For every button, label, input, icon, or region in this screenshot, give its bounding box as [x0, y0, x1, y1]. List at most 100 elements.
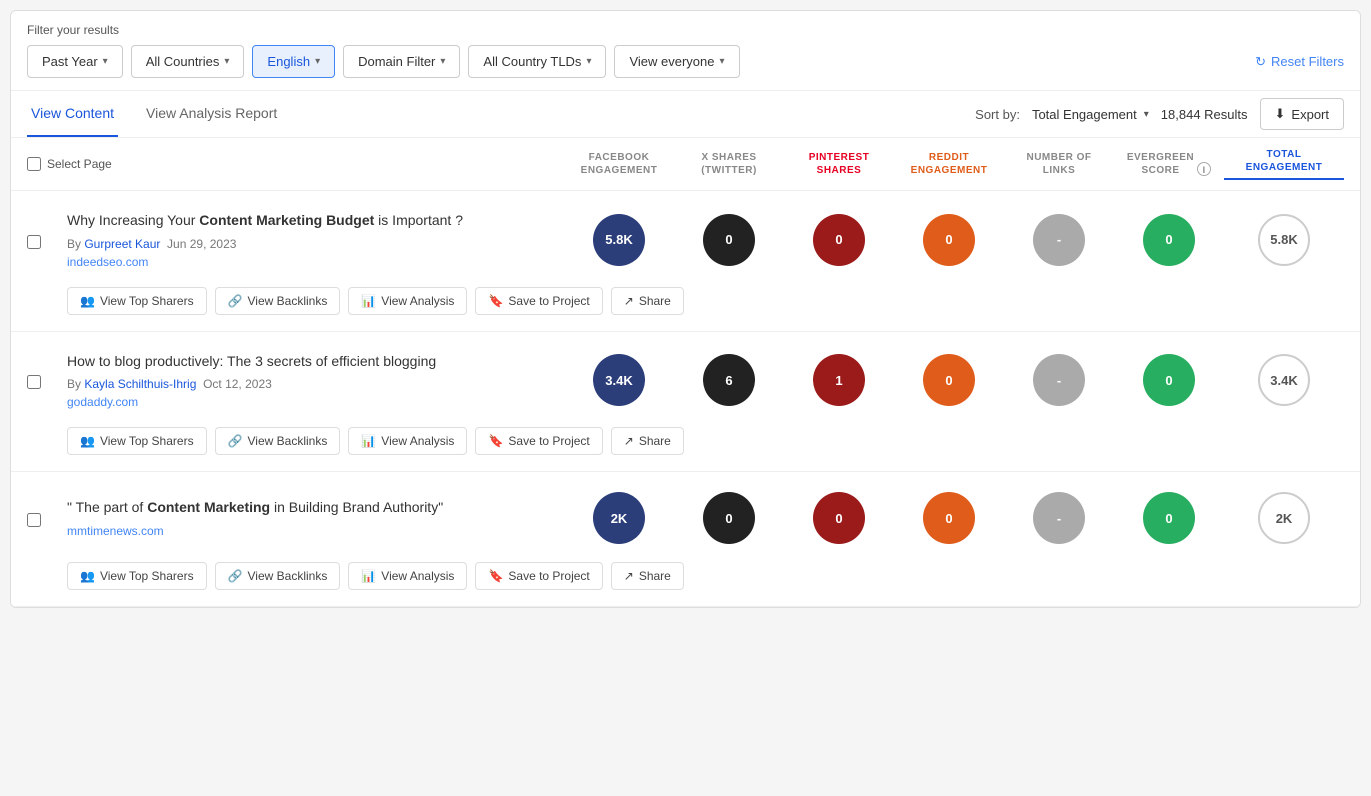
- table-row: " The part of Content Marketing in Build…: [11, 472, 1360, 607]
- save-to-project-button[interactable]: 🔖 Save to Project: [475, 562, 602, 590]
- links-circle-2: -: [1033, 354, 1085, 406]
- share-button[interactable]: ↗ Share: [611, 427, 684, 455]
- tab-view-analysis[interactable]: View Analysis Report: [142, 91, 281, 137]
- links-circle-3: -: [1033, 492, 1085, 544]
- chevron-down-icon: ▾: [1144, 109, 1149, 120]
- people-icon: 👥: [80, 569, 95, 583]
- view-backlinks-button[interactable]: 🔗 View Backlinks: [215, 427, 341, 455]
- col-total: TOTALENGAGEMENT: [1224, 148, 1344, 180]
- row-select-checkbox[interactable]: [27, 513, 41, 527]
- language-filter[interactable]: English ▾: [252, 45, 335, 78]
- share-button[interactable]: ↗ Share: [611, 562, 684, 590]
- row-select-checkbox[interactable]: [27, 235, 41, 249]
- tabs-right: Sort by: Total Engagement ▾ 18,844 Resul…: [975, 98, 1344, 130]
- domain-filter[interactable]: Domain Filter ▾: [343, 45, 460, 78]
- domain-filter-label: Domain Filter: [358, 54, 435, 69]
- countries-filter[interactable]: All Countries ▾: [131, 45, 245, 78]
- filter-label: Filter your results: [27, 23, 1344, 37]
- author-link-1[interactable]: Gurpreet Kaur: [84, 237, 160, 251]
- export-button[interactable]: ⬇ Export: [1260, 98, 1344, 130]
- row-actions-1: 👥 View Top Sharers 🔗 View Backlinks 📊 Vi…: [11, 279, 1360, 331]
- select-all-checkbox[interactable]: [27, 157, 41, 171]
- share-icon: ↗: [624, 569, 634, 583]
- total-circle-3: 2K: [1258, 492, 1310, 544]
- row-select-checkbox[interactable]: [27, 375, 41, 389]
- action-label: Share: [639, 434, 671, 448]
- view-filter-label: View everyone: [629, 54, 714, 69]
- facebook-circle-2: 3.4K: [593, 354, 645, 406]
- save-to-project-button[interactable]: 🔖 Save to Project: [475, 427, 602, 455]
- view-backlinks-button[interactable]: 🔗 View Backlinks: [215, 287, 341, 315]
- view-analysis-button[interactable]: 📊 View Analysis: [348, 287, 467, 315]
- article-domain-3: mmtimenews.com: [67, 524, 548, 538]
- pinterest-metric-3: 0: [784, 492, 894, 544]
- action-label: View Backlinks: [248, 434, 328, 448]
- article-info-1: Why Increasing Your Content Marketing Bu…: [67, 211, 564, 269]
- view-top-sharers-button[interactable]: 👥 View Top Sharers: [67, 562, 207, 590]
- article-domain-2: godaddy.com: [67, 395, 548, 409]
- col-reddit: REDDITENGAGEMENT: [894, 151, 1004, 177]
- results-count: 18,844 Results: [1161, 107, 1248, 122]
- share-button[interactable]: ↗ Share: [611, 287, 684, 315]
- chart-icon: 📊: [361, 294, 376, 308]
- author-link-2[interactable]: Kayla Schilthuis-Ihrig: [84, 377, 196, 391]
- action-label: View Backlinks: [248, 294, 328, 308]
- col-facebook: FACEBOOKENGAGEMENT: [564, 151, 674, 177]
- save-to-project-button[interactable]: 🔖 Save to Project: [475, 287, 602, 315]
- sort-value[interactable]: Total Engagement: [1032, 107, 1137, 122]
- refresh-icon: ↻: [1255, 54, 1266, 70]
- total-metric-2: 3.4K: [1224, 354, 1344, 406]
- link-icon: 🔗: [228, 569, 243, 583]
- main-container: Filter your results Past Year ▾ All Coun…: [10, 10, 1361, 608]
- row-checkbox-2: [27, 371, 67, 389]
- article-info-3: " The part of Content Marketing in Build…: [67, 498, 564, 538]
- view-top-sharers-button[interactable]: 👥 View Top Sharers: [67, 427, 207, 455]
- action-label: Save to Project: [508, 434, 589, 448]
- time-filter[interactable]: Past Year ▾: [27, 45, 123, 78]
- link-icon: 🔗: [228, 294, 243, 308]
- share-icon: ↗: [624, 294, 634, 308]
- sort-by: Sort by: Total Engagement ▾: [975, 107, 1149, 122]
- time-filter-label: Past Year: [42, 54, 98, 69]
- action-label: Save to Project: [508, 294, 589, 308]
- reddit-metric-1: 0: [894, 214, 1004, 266]
- col-links: NUMBER OFLINKS: [1004, 151, 1114, 177]
- article-title-3: " The part of Content Marketing in Build…: [67, 498, 548, 518]
- action-label: View Backlinks: [248, 569, 328, 583]
- action-label: View Top Sharers: [100, 569, 194, 583]
- evergreen-metric-1: 0: [1114, 214, 1224, 266]
- reddit-circle-1: 0: [923, 214, 975, 266]
- pinterest-circle-3: 0: [813, 492, 865, 544]
- view-backlinks-button[interactable]: 🔗 View Backlinks: [215, 562, 341, 590]
- row-main: " The part of Content Marketing in Build…: [11, 472, 1360, 554]
- total-circle-2: 3.4K: [1258, 354, 1310, 406]
- chevron-down-icon: ▾: [720, 56, 725, 67]
- reset-filters-button[interactable]: ↻ Reset Filters: [1255, 54, 1344, 70]
- reddit-metric-2: 0: [894, 354, 1004, 406]
- view-top-sharers-button[interactable]: 👥 View Top Sharers: [67, 287, 207, 315]
- links-metric-2: -: [1004, 354, 1114, 406]
- view-analysis-button[interactable]: 📊 View Analysis: [348, 427, 467, 455]
- select-page-label: Select Page: [47, 157, 112, 171]
- evergreen-metric-2: 0: [1114, 354, 1224, 406]
- pinterest-circle-2: 1: [813, 354, 865, 406]
- pinterest-metric-2: 1: [784, 354, 894, 406]
- row-main: Why Increasing Your Content Marketing Bu…: [11, 191, 1360, 279]
- chevron-down-icon: ▾: [440, 56, 445, 67]
- facebook-metric-3: 2K: [564, 492, 674, 544]
- evergreen-circle-1: 0: [1143, 214, 1195, 266]
- people-icon: 👥: [80, 294, 95, 308]
- tab-view-content[interactable]: View Content: [27, 91, 118, 137]
- reset-filters-label: Reset Filters: [1271, 54, 1344, 69]
- tlds-filter-label: All Country TLDs: [483, 54, 581, 69]
- tlds-filter[interactable]: All Country TLDs ▾: [468, 45, 606, 78]
- chevron-down-icon: ▾: [586, 56, 591, 67]
- reddit-metric-3: 0: [894, 492, 1004, 544]
- action-label: View Top Sharers: [100, 294, 194, 308]
- row-checkbox-3: [27, 509, 67, 527]
- chart-icon: 📊: [361, 569, 376, 583]
- view-analysis-button[interactable]: 📊 View Analysis: [348, 562, 467, 590]
- facebook-circle-1: 5.8K: [593, 214, 645, 266]
- view-filter[interactable]: View everyone ▾: [614, 45, 739, 78]
- links-circle-1: -: [1033, 214, 1085, 266]
